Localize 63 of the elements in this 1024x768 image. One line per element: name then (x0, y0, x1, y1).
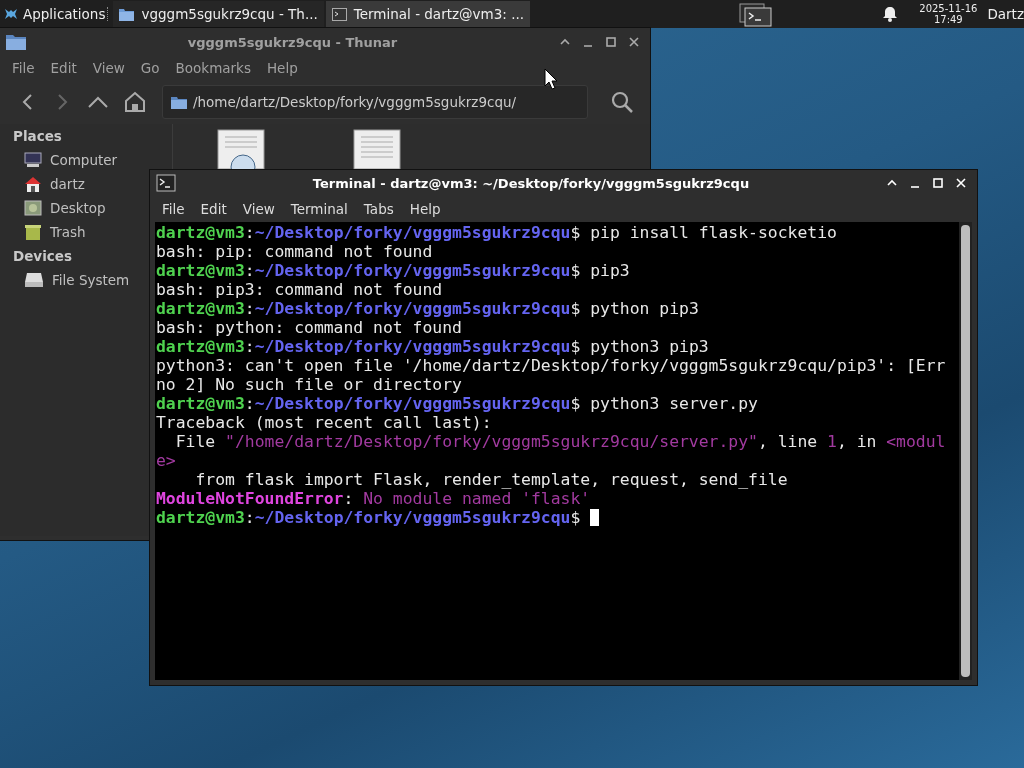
terminal-line: ModuleNotFoundError: No module named 'flask' (156, 489, 591, 508)
home-icon (24, 176, 42, 192)
terminal-line: dartz@vm3:~/Desktop/forky/vgggm5sgukrz9cqu$ (156, 508, 582, 527)
terminal-line: Traceback (most recent call last): (156, 413, 492, 432)
taskbar-button[interactable]: Terminal - dartz@vm3: ... (325, 1, 531, 27)
user-name[interactable]: Dartz (987, 6, 1024, 22)
menu-item[interactable]: Help (258, 60, 306, 76)
text-document-icon[interactable] (353, 129, 403, 169)
terminal-line: python3: can't open file '/home/dartz/Desktop/forky/vgggm5sgukrz9cqu/pip3': [Err (156, 356, 946, 375)
terminal-line: dartz@vm3:~/Desktop/forky/vgggm5sgukrz9cqu$ python pip3 (156, 299, 699, 318)
folder-icon (119, 7, 135, 21)
terminal-line: dartz@vm3:~/Desktop/forky/vgggm5sgukrz9cqu$ python3 server.py (156, 394, 758, 413)
sidebar-item[interactable]: dartz (0, 172, 85, 196)
menu-item[interactable]: View (84, 60, 133, 76)
menu-item[interactable]: Edit (42, 60, 85, 76)
terminal-line: dartz@vm3:~/Desktop/forky/vgggm5sgukrz9cqu$ pip3 (156, 261, 630, 280)
drive-icon (24, 272, 44, 288)
maximize-icon[interactable] (605, 36, 617, 48)
terminal-line: bash: pip3: command not found (156, 280, 443, 299)
location-field[interactable]: /home/dartz/Desktop/forky/vgggm5sgukrz9cqu/ (162, 85, 588, 119)
window-title: vgggm5sgukrz9cqu - Thunar (186, 34, 399, 50)
sidebar-item[interactable]: Desktop (0, 196, 106, 220)
terminal-line: e> (156, 451, 176, 470)
menu-item[interactable]: Edit (192, 200, 235, 217)
menu-item[interactable]: Terminal (282, 200, 356, 217)
terminal-line: no 2] No such file or directory (156, 375, 462, 394)
web-document-icon[interactable] (217, 129, 267, 169)
close-icon[interactable] (628, 36, 640, 48)
menu-item[interactable]: Go (132, 60, 168, 76)
terminal-line: dartz@vm3:~/Desktop/forky/vgggm5sgukrz9cqu$ pip insall flask-socketio (156, 223, 837, 242)
sidebar-item[interactable]: Trash (0, 220, 86, 244)
sidebar-item[interactable]: Computer (0, 148, 118, 172)
terminal-window-preview-icon[interactable] (739, 3, 774, 27)
window-title: Terminal - dartz@vm3: ~/Desktop/forky/vgggm5sgukrz9cqu (311, 175, 751, 191)
clock-date: 2025-11-16 (919, 3, 978, 14)
terminal-line: bash: pip: command not found (156, 242, 433, 261)
menu-item[interactable]: Bookmarks (167, 60, 259, 76)
menu-item[interactable]: Help (401, 200, 449, 217)
desktop-icon (24, 200, 42, 216)
clock-time: 17:49 (933, 14, 963, 25)
terminal-line: from flask import Flask, render_template, request, send_file (194, 470, 788, 489)
search-icon[interactable] (610, 90, 634, 114)
taskbar-button[interactable]: vgggm5sgukrz9cqu - Th... (113, 1, 324, 27)
trash-icon (24, 224, 42, 240)
sidebar-heading: Places (12, 127, 63, 146)
menu-item[interactable]: File (4, 60, 43, 76)
applications-menu-button[interactable]: Applications (0, 0, 108, 28)
mouse-pointer-icon (544, 68, 558, 90)
terminal-icon (331, 7, 347, 21)
terminal-line: File "/home/dartz/Desktop/forky/vgggm5sgukrz9cqu/server.py", line 1, in <modul (174, 432, 946, 451)
sidebar-item[interactable]: File System (0, 268, 130, 292)
terminal-icon (156, 174, 176, 192)
folder-icon (171, 95, 187, 109)
mouse-logo-icon (3, 6, 19, 22)
computer-icon (24, 152, 42, 168)
notification-bell-icon[interactable] (883, 6, 898, 22)
menu-item[interactable]: Tabs (355, 200, 402, 217)
menu-item[interactable]: File (154, 200, 193, 217)
menu-item[interactable]: View (234, 200, 283, 217)
folder-icon (6, 34, 26, 50)
home-icon[interactable] (124, 91, 146, 113)
terminal-line: dartz@vm3:~/Desktop/forky/vgggm5sgukrz9cqu$ python3 pip3 (156, 337, 709, 356)
terminal-line: bash: python: command not found (156, 318, 462, 337)
